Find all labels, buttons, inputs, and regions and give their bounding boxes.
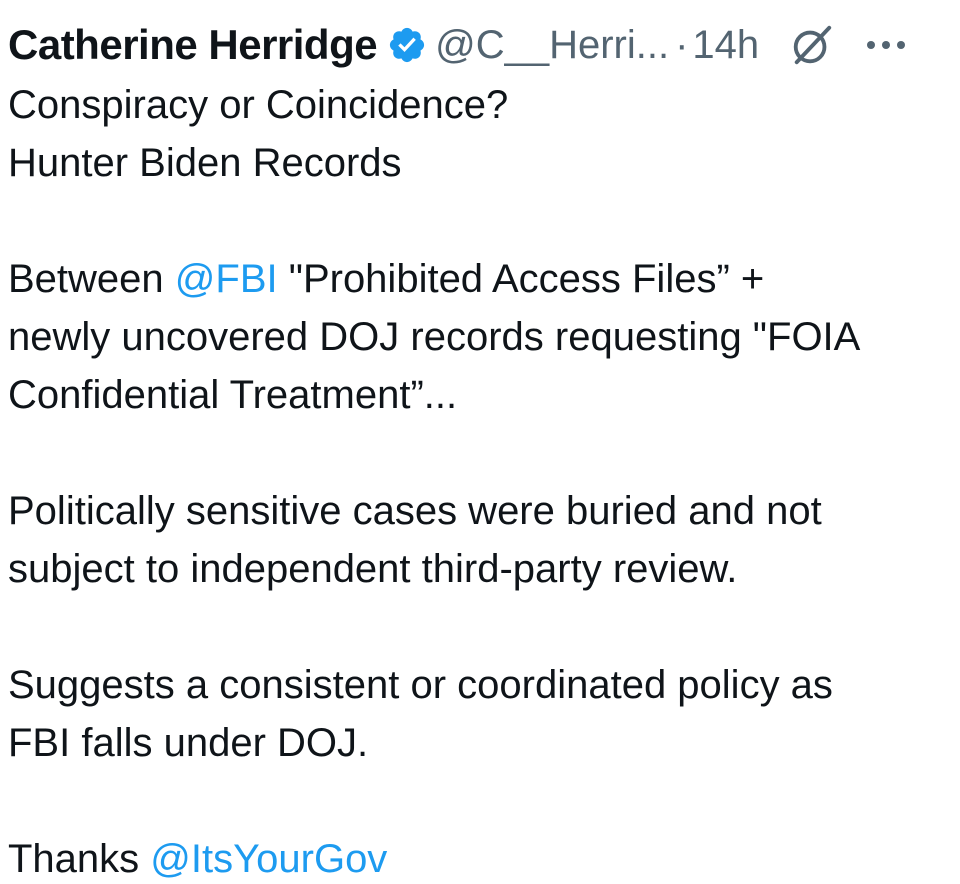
- mention-link-fbi[interactable]: @FBI: [175, 257, 278, 301]
- tweet-line: Thanks @ItsYourGov: [8, 830, 958, 884]
- tweet-text-segment: Between: [8, 257, 175, 301]
- tweet-line: newly uncovered DOJ records requesting "…: [8, 315, 861, 359]
- tweet-text-segment: Thanks: [8, 837, 151, 881]
- separator-dot: ·: [675, 22, 689, 67]
- tweet-line: Suggests a consistent or coordinated pol…: [8, 663, 833, 707]
- tweet-line: FBI falls under DOJ.: [8, 721, 369, 765]
- tweet-timestamp[interactable]: 14h: [692, 23, 759, 68]
- tweet-line: Between @FBI "Prohibited Access Files” +: [8, 250, 958, 308]
- grok-icon[interactable]: [789, 22, 835, 68]
- tweet-header: Catherine Herridge @C__Herri... · 14h: [8, 12, 958, 78]
- tweet-line: Hunter Biden Records: [8, 141, 402, 185]
- tweet-line: Politically sensitive cases were buried …: [8, 489, 822, 533]
- author-handle[interactable]: @C__Herri...: [435, 23, 669, 68]
- tweet-line: Conspiracy or Coincidence?: [8, 83, 509, 127]
- verified-badge-icon: [390, 27, 425, 63]
- author-display-name[interactable]: Catherine Herridge: [8, 21, 378, 69]
- tweet-text-segment: "Prohibited Access Files” +: [277, 257, 765, 301]
- tweet-line: Confidential Treatment”...: [8, 373, 458, 417]
- more-options-icon[interactable]: [865, 38, 907, 52]
- tweet-body: Conspiracy or Coincidence? Hunter Biden …: [8, 76, 958, 884]
- mention-link-itsyourgov[interactable]: @ItsYourGov: [150, 837, 387, 881]
- tweet-line: subject to independent third-party revie…: [8, 547, 738, 591]
